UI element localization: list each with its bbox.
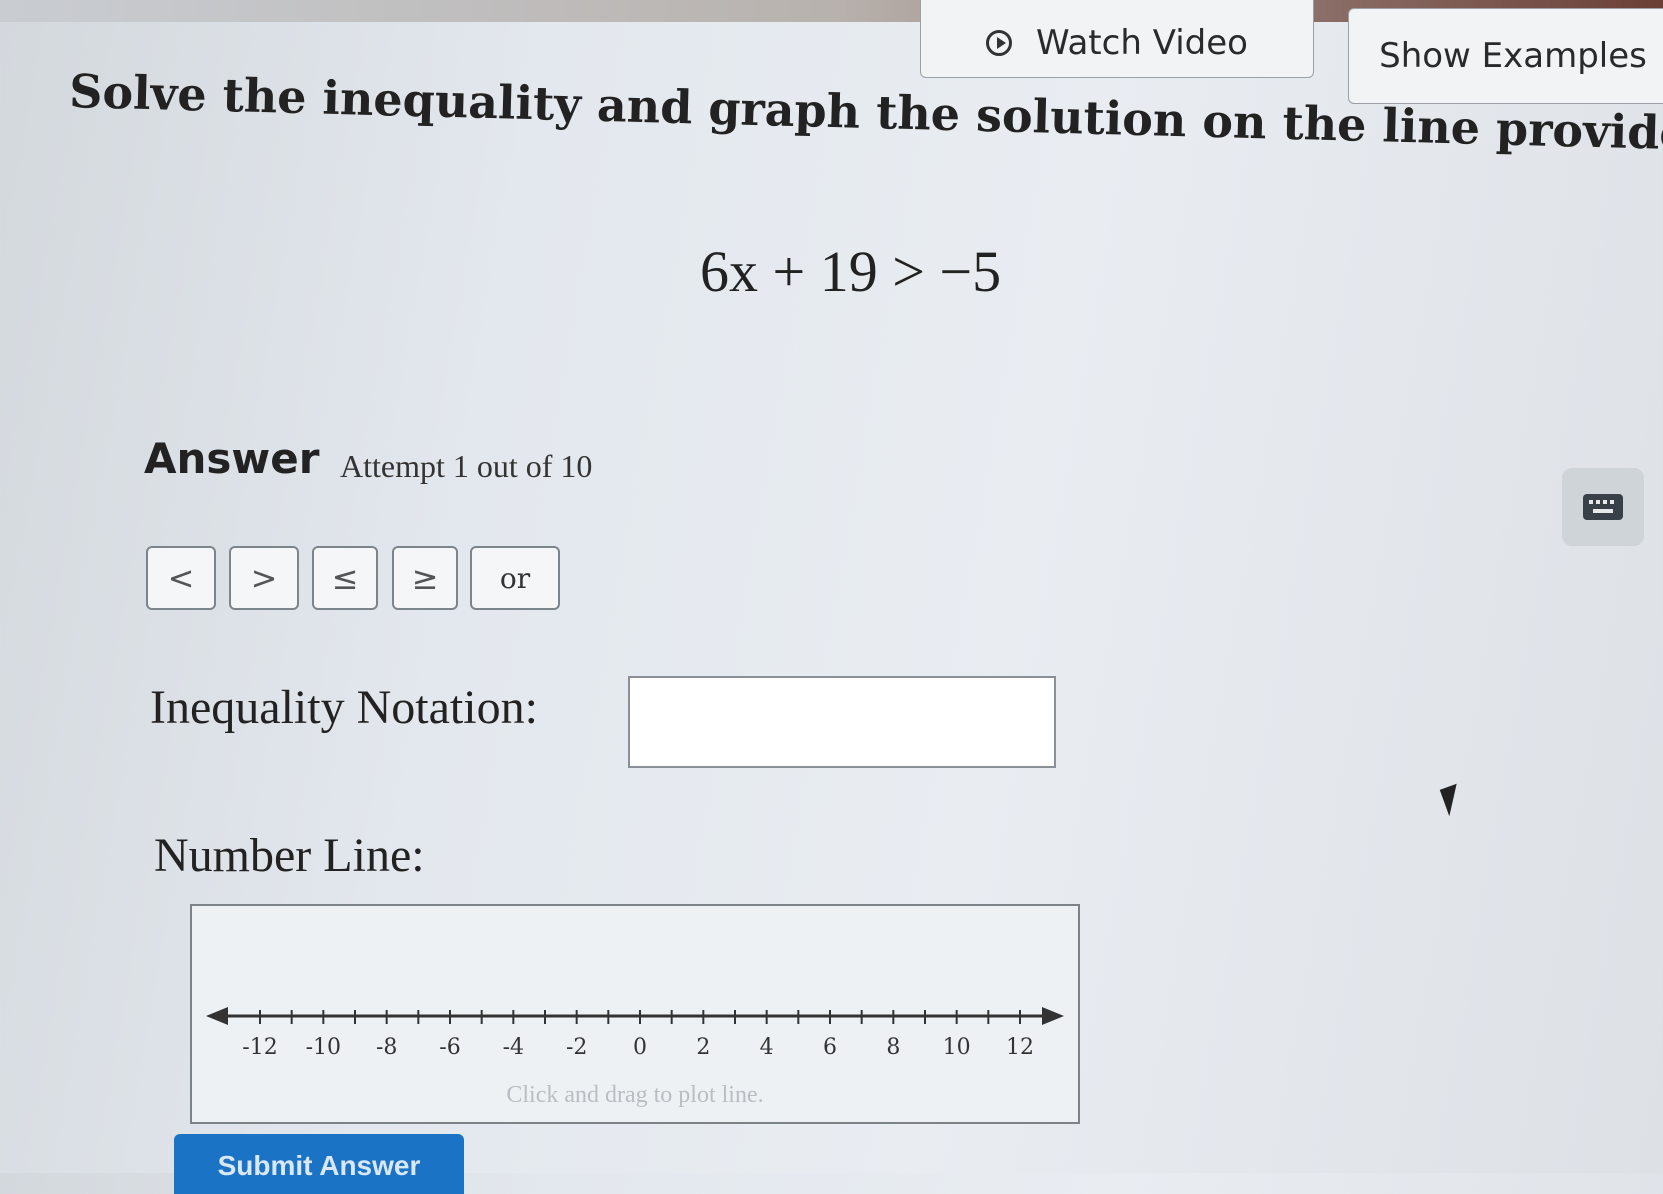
number-line-tick-label: 12 xyxy=(1006,1035,1034,1060)
number-line-tick-label: -8 xyxy=(376,1035,397,1060)
answer-heading: Answer xyxy=(144,434,320,483)
number-line-tick-label: 8 xyxy=(886,1035,900,1060)
inequality-notation-label: Inequality Notation: xyxy=(150,681,538,734)
greater-than-or-equal-button[interactable]: ≥ xyxy=(392,546,458,610)
show-examples-button[interactable]: Show Examples xyxy=(1348,8,1663,104)
inequality-equation: 6x + 19 > −5 xyxy=(700,239,1002,304)
number-line-tick-label: 4 xyxy=(760,1035,774,1060)
number-line-tick-label: 0 xyxy=(633,1035,647,1060)
play-icon xyxy=(986,30,1013,56)
greater-than-button[interactable]: > xyxy=(229,546,299,610)
attempt-counter: Attempt 1 out of 10 xyxy=(340,448,593,484)
keyboard-toggle-button[interactable] xyxy=(1562,468,1644,546)
number-line-tick-label: -10 xyxy=(306,1035,341,1060)
number-line-hint: Click and drag to plot line. xyxy=(506,1082,764,1108)
or-button[interactable]: or xyxy=(470,546,560,610)
mouse-cursor-icon xyxy=(1439,783,1467,817)
inequality-notation-input[interactable] xyxy=(628,676,1056,768)
keyboard-icon xyxy=(1583,494,1623,520)
less-than-button[interactable]: < xyxy=(146,546,216,610)
number-line-tick-label: -4 xyxy=(503,1035,524,1060)
less-than-or-equal-button[interactable]: ≤ xyxy=(312,546,378,610)
right-arrow-icon xyxy=(1042,1007,1064,1025)
number-line-tick-label: 10 xyxy=(943,1035,971,1060)
number-line-tick-label: -6 xyxy=(439,1035,460,1060)
number-line-panel[interactable]: -12 -10 -8 -6 -4 -2 0 2 4 6 8 10 12 Click and drag t… xyxy=(190,904,1080,1124)
number-line-tick-label: 6 xyxy=(823,1035,837,1060)
left-arrow-icon xyxy=(206,1007,228,1025)
show-examples-label: Show Examples xyxy=(1379,36,1647,76)
number-line-tick-label: 2 xyxy=(696,1035,710,1060)
watch-video-label: Watch Video xyxy=(1036,23,1248,63)
number-line-tick-label: -2 xyxy=(566,1035,587,1060)
watch-video-button[interactable]: Watch Video xyxy=(920,0,1314,78)
number-line-label: Number Line: xyxy=(154,829,425,882)
submit-answer-button[interactable]: Submit Answer xyxy=(174,1134,464,1194)
number-line-tick-label: -12 xyxy=(242,1035,277,1060)
